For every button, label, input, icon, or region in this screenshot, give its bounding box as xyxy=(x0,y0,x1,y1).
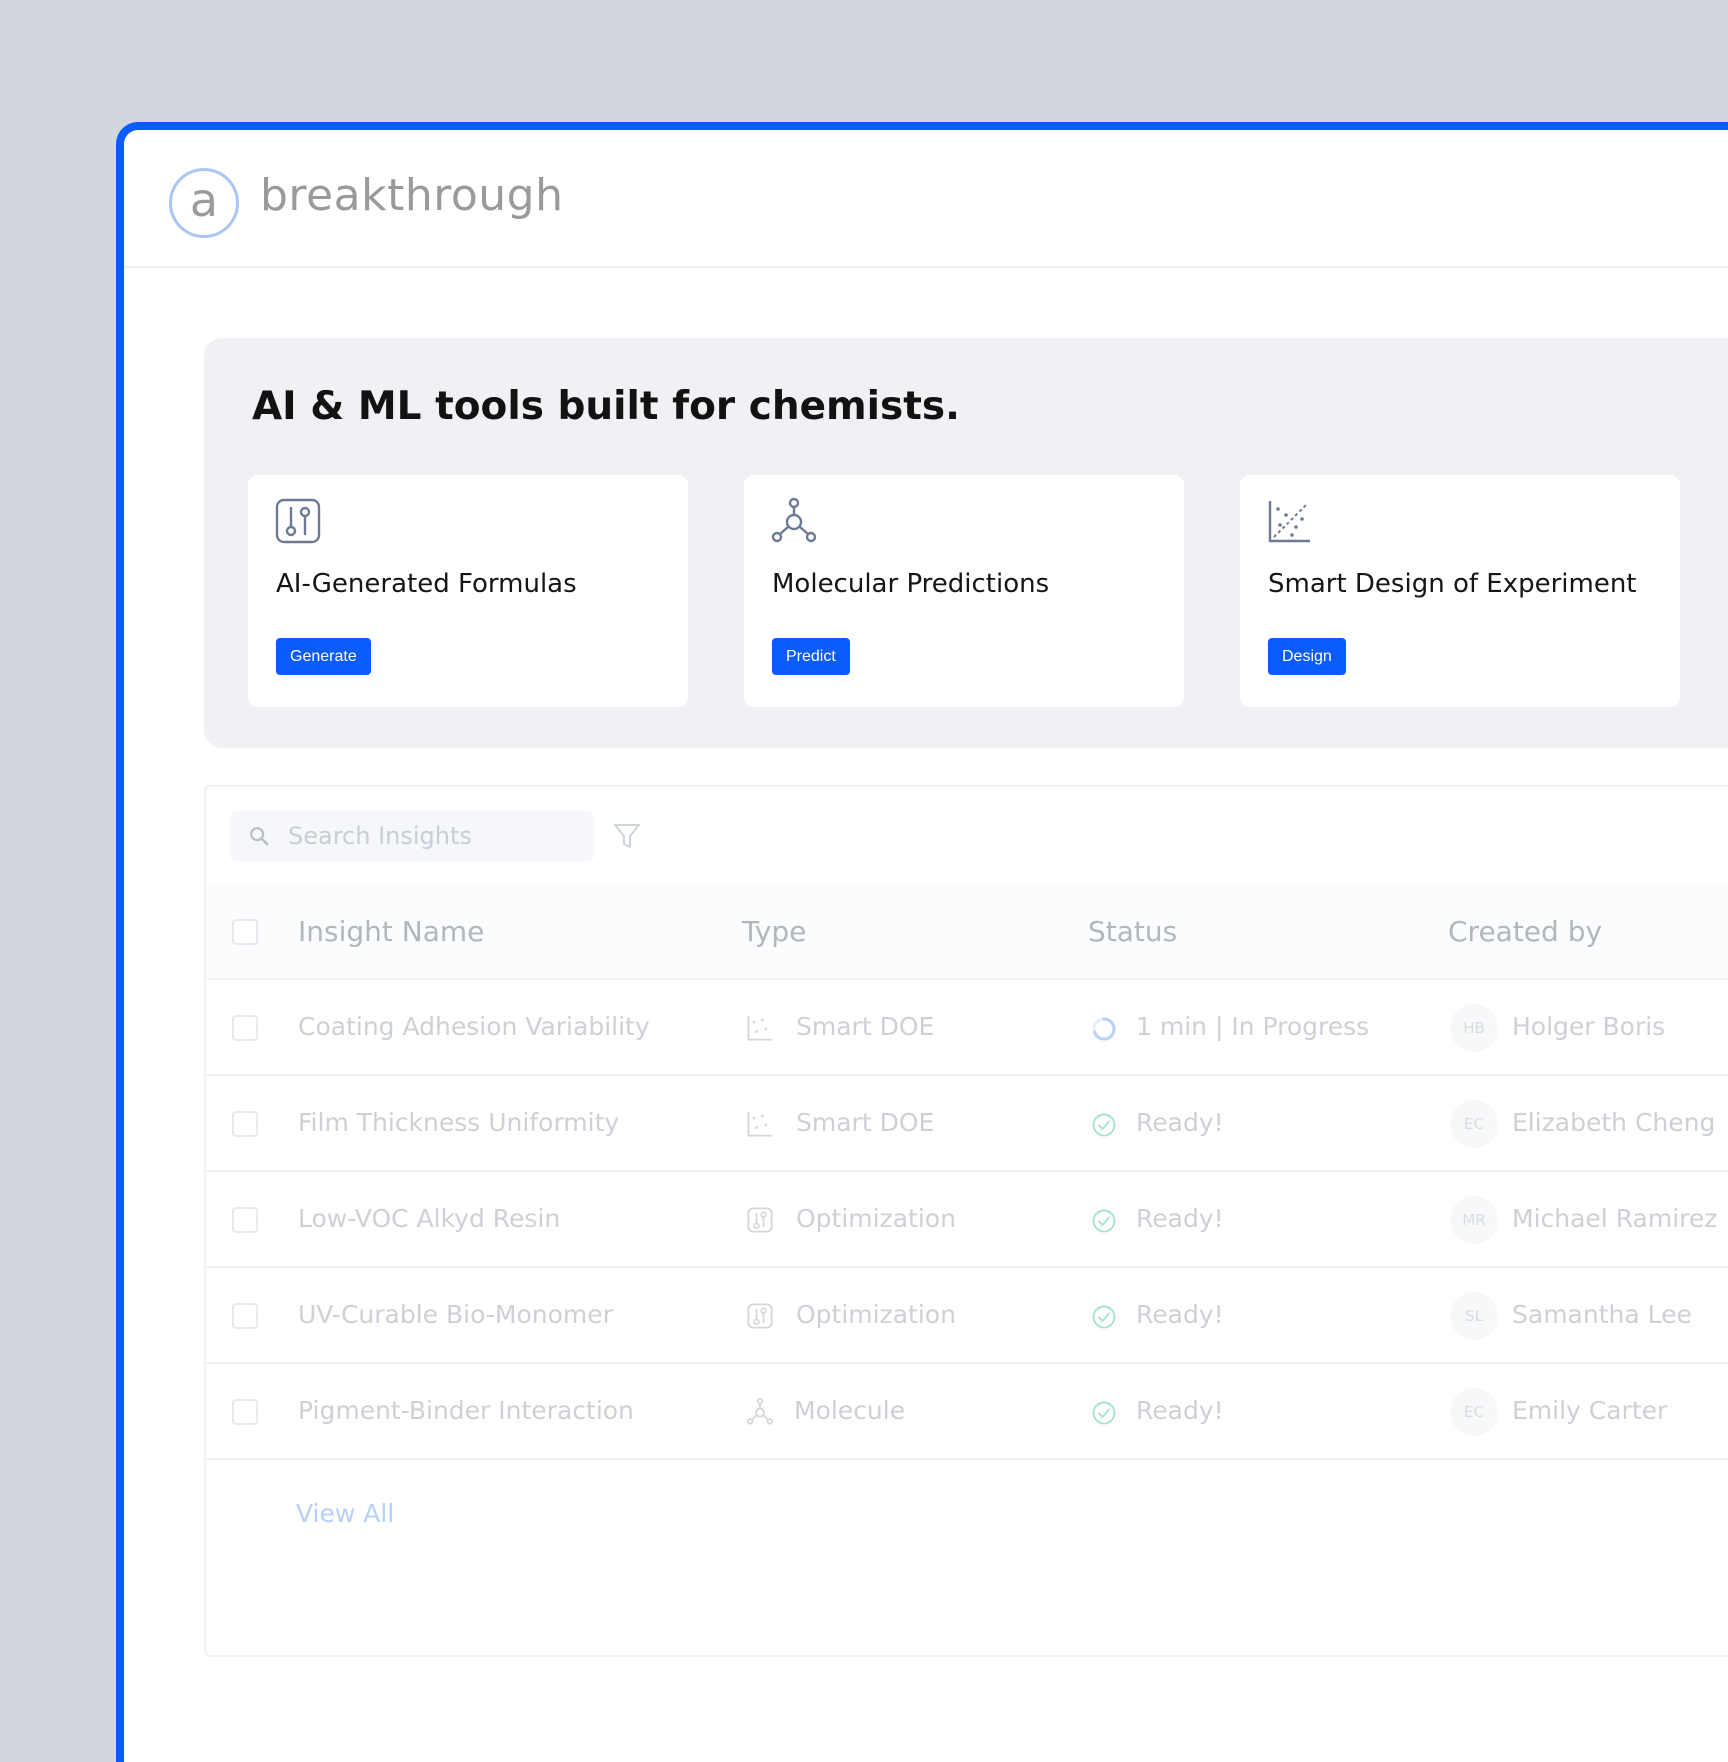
table-row[interactable]: Coating Adhesion Variability Smart DOE 1… xyxy=(206,980,1728,1076)
sliders-icon xyxy=(747,1207,773,1233)
insight-type: Molecule xyxy=(794,1396,906,1425)
select-all-checkbox[interactable] xyxy=(232,919,258,945)
row-checkbox[interactable] xyxy=(232,1111,258,1137)
check-circle-icon xyxy=(1092,1401,1116,1425)
predict-button[interactable]: Predict xyxy=(772,638,850,675)
insight-status: Ready! xyxy=(1136,1204,1224,1233)
table-row[interactable]: Pigment-Binder Interaction Molecule Read… xyxy=(206,1364,1728,1460)
sliders-icon xyxy=(275,498,321,544)
search-box xyxy=(230,811,594,861)
check-circle-icon xyxy=(1092,1305,1116,1329)
check-circle-icon xyxy=(1092,1113,1116,1137)
molecule-icon xyxy=(771,497,817,543)
column-header-created-by[interactable]: Created by xyxy=(1448,915,1602,948)
insight-name[interactable]: Film Thickness Uniformity xyxy=(298,1108,619,1137)
column-header-status[interactable]: Status xyxy=(1088,915,1177,948)
avatar: HB xyxy=(1450,1004,1498,1052)
table-row[interactable]: UV-Curable Bio-Monomer Optimization Read… xyxy=(206,1268,1728,1364)
logo-icon[interactable]: a xyxy=(169,168,239,238)
insight-status: 1 min | In Progress xyxy=(1136,1012,1370,1041)
tool-card-formulas: AI-Generated Formulas Generate xyxy=(248,475,688,707)
hero-title: AI & ML tools built for chemists. xyxy=(252,384,960,429)
row-checkbox[interactable] xyxy=(232,1303,258,1329)
spinner-icon xyxy=(1092,1017,1116,1041)
insights-panel: Insight Name Type Status Created by Coat… xyxy=(204,785,1728,1657)
brand-name: breakthrough xyxy=(260,170,564,221)
avatar: SL xyxy=(1450,1292,1498,1340)
column-header-type[interactable]: Type xyxy=(742,915,806,948)
view-all-link[interactable]: View All xyxy=(296,1499,394,1528)
sliders-icon xyxy=(747,1303,773,1329)
design-button[interactable]: Design xyxy=(1268,638,1346,675)
insight-type: Optimization xyxy=(796,1204,956,1233)
column-header-name[interactable]: Insight Name xyxy=(298,915,484,948)
insight-status: Ready! xyxy=(1136,1108,1224,1137)
insight-name[interactable]: Low-VOC Alkyd Resin xyxy=(298,1204,560,1233)
avatar: EC xyxy=(1450,1388,1498,1436)
scatter-chart-icon xyxy=(747,1112,772,1137)
check-circle-icon xyxy=(1092,1209,1116,1233)
search-input[interactable] xyxy=(286,811,576,861)
tool-title: Smart Design of Experiment xyxy=(1268,569,1637,599)
avatar: EC xyxy=(1450,1100,1498,1148)
insight-type: Optimization xyxy=(796,1300,956,1329)
tools-hero: AI & ML tools built for chemists. AI-Gen… xyxy=(204,338,1728,748)
creator-name: Samantha Lee xyxy=(1512,1300,1692,1329)
tool-card-molecular: Molecular Predictions Predict xyxy=(744,475,1184,707)
insight-status: Ready! xyxy=(1136,1396,1224,1425)
filter-icon[interactable] xyxy=(612,821,642,851)
app-window: a breakthrough AI & ML tools built for c… xyxy=(116,122,1728,1762)
table-header: Insight Name Type Status Created by xyxy=(206,885,1728,980)
creator-name: Holger Boris xyxy=(1512,1012,1666,1041)
scatter-chart-icon xyxy=(747,1016,772,1041)
generate-button[interactable]: Generate xyxy=(276,638,371,675)
insight-name[interactable]: UV-Curable Bio-Monomer xyxy=(298,1300,613,1329)
search-icon xyxy=(250,827,269,846)
insight-name[interactable]: Pigment-Binder Interaction xyxy=(298,1396,634,1425)
molecule-icon xyxy=(746,1398,774,1425)
creator-name: Elizabeth Cheng xyxy=(1512,1108,1716,1137)
row-checkbox[interactable] xyxy=(232,1207,258,1233)
insight-type: Smart DOE xyxy=(796,1108,935,1137)
row-checkbox[interactable] xyxy=(232,1399,258,1425)
creator-name: Michael Ramirez xyxy=(1512,1204,1718,1233)
insight-name[interactable]: Coating Adhesion Variability xyxy=(298,1012,650,1041)
tool-title: AI-Generated Formulas xyxy=(276,569,577,599)
creator-name: Emily Carter xyxy=(1512,1396,1668,1425)
insight-status: Ready! xyxy=(1136,1300,1224,1329)
tool-title: Molecular Predictions xyxy=(772,569,1050,599)
table-row[interactable]: Low-VOC Alkyd Resin Optimization Ready! … xyxy=(206,1172,1728,1268)
top-bar: a breakthrough xyxy=(124,130,1728,268)
avatar: MR xyxy=(1450,1196,1498,1244)
scatter-chart-icon xyxy=(1268,501,1310,543)
row-checkbox[interactable] xyxy=(232,1015,258,1041)
insight-type: Smart DOE xyxy=(796,1012,935,1041)
table-row[interactable]: Film Thickness Uniformity Smart DOE Read… xyxy=(206,1076,1728,1172)
tool-card-doe: Smart Design of Experiment Design xyxy=(1240,475,1680,707)
